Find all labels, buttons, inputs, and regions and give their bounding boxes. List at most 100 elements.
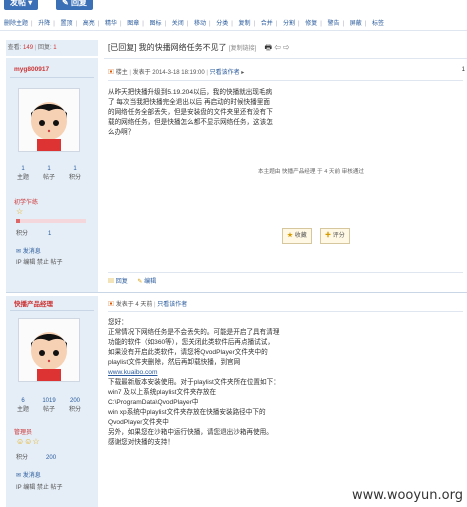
- poster-icon: ▣: [108, 70, 115, 76]
- mod-delete[interactable]: 删除主题: [4, 21, 28, 27]
- post1-floor-number[interactable]: 1: [462, 67, 465, 73]
- content-line: 另外，如果您在沙箱中运行快播，请您退出沙箱再使用。: [108, 429, 273, 436]
- points-label: 积分: [68, 407, 81, 413]
- post2-send-message[interactable]: ✉ 发消息: [16, 470, 41, 479]
- mod-merge[interactable]: 合并: [261, 21, 273, 27]
- content-line: 您好：: [108, 319, 128, 326]
- mod-highlight[interactable]: 高亮: [83, 21, 95, 27]
- reply-button[interactable]: ✎ 回复: [56, 0, 93, 10]
- post1-edit-link[interactable]: 编辑: [144, 279, 156, 285]
- content-line: 感谢您对快播的支持！: [108, 439, 174, 446]
- post2-user-group[interactable]: 管理员: [14, 427, 32, 436]
- prev-thread-icon[interactable]: ⇦: [274, 43, 281, 52]
- watermark: www.wooyun.org: [351, 488, 463, 503]
- cartoon-avatar-icon: [19, 319, 79, 381]
- post2-score-value: 200: [46, 455, 57, 461]
- smiley-icon: ☺☺☆: [16, 437, 40, 446]
- mod-icon[interactable]: 图标: [150, 21, 162, 27]
- mod-digest[interactable]: 精华: [105, 21, 117, 27]
- thread-stats: 查看: 149 | 回复: 1: [6, 40, 98, 56]
- mod-raise[interactable]: 升降: [38, 21, 50, 27]
- next-thread-icon[interactable]: ⇨: [283, 43, 290, 52]
- post1-reply-link[interactable]: 回复: [116, 279, 128, 285]
- post2-points-count[interactable]: 200: [62, 398, 88, 404]
- mod-warn[interactable]: 警告: [328, 21, 340, 27]
- score-label: 积分: [16, 231, 29, 237]
- post2-posts-count[interactable]: 1019: [36, 398, 62, 404]
- post-button[interactable]: 发帖 ▾: [4, 0, 39, 10]
- mod-repair[interactable]: 修复: [305, 21, 317, 27]
- post2-score-row: 积分 200: [16, 452, 56, 461]
- send-message-label: 发消息: [22, 473, 41, 479]
- post2-user-stats: 6 主题 1019 帖子 200 积分: [10, 398, 92, 413]
- post1-content: 从昨天把快播升级到5.19.204以后，我的快播就出现毛病了 每次当我把快播完全…: [108, 89, 273, 136]
- mod-move[interactable]: 移动: [194, 21, 206, 27]
- divider: [108, 272, 463, 273]
- divider: [108, 311, 463, 312]
- post1-points-count[interactable]: 1: [62, 166, 88, 172]
- post1-ip-ops[interactable]: IP 编辑 禁止 帖子: [16, 257, 63, 266]
- mod-block[interactable]: 屏蔽: [350, 21, 362, 27]
- post1-only-author-link[interactable]: 只看该作者: [210, 70, 240, 76]
- message-icon: ✉: [16, 249, 22, 255]
- thread-title-text: [已回复] 我的快播网络任务不见了: [108, 43, 227, 52]
- post1-level-bar: [16, 219, 86, 223]
- kuaibo-link[interactable]: www.kuaibo.com: [108, 368, 280, 378]
- mod-sticky[interactable]: 置顶: [61, 21, 73, 27]
- send-message-label: 发消息: [22, 249, 41, 255]
- post2-topics-count[interactable]: 6: [10, 398, 36, 404]
- post-button-label: 发帖: [10, 0, 26, 7]
- mod-stamp[interactable]: 图章: [127, 21, 139, 27]
- points-label: 积分: [68, 175, 81, 181]
- mod-tags[interactable]: 标签: [372, 21, 384, 27]
- content-line: win7 及以上系统playlist文件夹存放在C:\ProgramData\Q…: [108, 389, 217, 406]
- post1-avatar[interactable]: [18, 88, 80, 152]
- views-count: 149: [23, 45, 34, 51]
- mod-split[interactable]: 分割: [283, 21, 295, 27]
- content-line: 下载最新版本安装使用。对于playlist文件夹所在位置如下：: [108, 379, 280, 386]
- reply-icon: ✎: [62, 0, 69, 7]
- replies-count: 1: [53, 45, 57, 51]
- post2-author-name[interactable]: 快播产品经理: [14, 298, 53, 308]
- views-label: 查看:: [7, 45, 22, 51]
- reply-button-label: 回复: [70, 0, 87, 7]
- star-icon: ★: [287, 233, 294, 239]
- cartoon-avatar-icon: [19, 89, 79, 151]
- divider: [104, 58, 467, 59]
- thread-title: [已回复] 我的快播网络任务不见了 [复制链接] 🖶 ⇦ ⇨: [108, 42, 290, 56]
- post1-score-row: 积分 1: [16, 228, 51, 237]
- print-icon[interactable]: 🖶: [264, 43, 272, 52]
- post1-user-stats: 1 主题 1 帖子 1 积分: [10, 166, 92, 181]
- score-label: 积分: [16, 455, 29, 461]
- divider: [10, 310, 94, 311]
- divider: [108, 80, 463, 81]
- mod-copy[interactable]: 复制: [239, 21, 251, 27]
- top-toolbar: 发帖 ▾ ✎ 回复: [0, 0, 467, 12]
- replies-label: 回复:: [37, 45, 52, 51]
- post1-topics-count[interactable]: 1: [10, 166, 36, 172]
- mod-category[interactable]: 分类: [216, 21, 228, 27]
- post2-avatar[interactable]: [18, 318, 80, 382]
- rate-button[interactable]: ✚ 评分: [320, 228, 350, 244]
- divider: [10, 77, 94, 78]
- mod-close[interactable]: 关闭: [172, 21, 184, 27]
- post1-meta: ▣ 楼主 | 发表于 2014-3-18 18:19:00 | 只看该作者 ▸: [108, 70, 245, 76]
- caret-right-icon[interactable]: ▸: [241, 70, 244, 76]
- post1-posts-count[interactable]: 1: [36, 166, 62, 172]
- post2-only-author-link[interactable]: 只看该作者: [157, 302, 187, 308]
- collect-label: 收藏: [294, 233, 307, 239]
- post1-author-name[interactable]: myg800917: [14, 66, 49, 73]
- post2-ip-ops[interactable]: IP 编辑 禁止 帖子: [16, 482, 63, 491]
- post1-user-group[interactable]: 初学乍练: [14, 197, 38, 206]
- message-icon: ✉: [16, 473, 22, 479]
- moderation-toolbar: 删除主题 | 升降 | 置顶 | 高亮 | 精华 | 图章 | 图标 | 关闭 | 移动 | 分类…: [0, 18, 467, 31]
- copy-link[interactable]: [复制链接]: [229, 46, 256, 52]
- poster-icon: ▣: [108, 302, 115, 308]
- post1-send-message[interactable]: ✉ 发消息: [16, 246, 41, 255]
- post1-floor-label: 楼主: [115, 70, 128, 76]
- divider: [6, 292, 467, 293]
- collect-button[interactable]: ★ 收藏: [282, 228, 312, 244]
- post2-content: 您好： 正常情况下网络任务是不会丢失的。可能是开启了具有清理功能的软件（如360…: [108, 318, 280, 448]
- content-line: win xp系统中playlist文件夹存放在快播安装路径中下的QvodPlay…: [108, 409, 266, 426]
- posts-label: 帖子: [42, 175, 55, 181]
